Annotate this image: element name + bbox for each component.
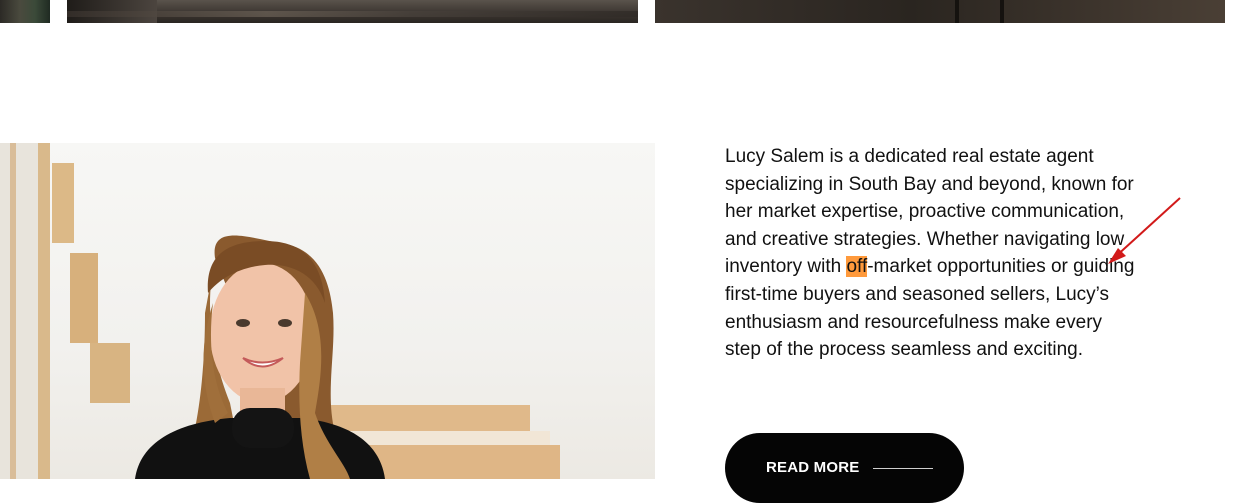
- long-arrow-line-icon: [873, 468, 934, 469]
- gallery-image-partial-left[interactable]: [0, 0, 50, 23]
- highlighted-word: off: [846, 256, 868, 278]
- agent-bio: Lucy Salem is a dedicated real estate ag…: [725, 143, 1135, 364]
- read-more-label: READ MORE: [766, 459, 860, 476]
- gallery-image-right[interactable]: [655, 0, 1225, 23]
- read-more-button[interactable]: READ MORE: [725, 433, 964, 503]
- bio-paragraph: Lucy Salem is a dedicated real estate ag…: [725, 143, 1135, 364]
- gallery-image-left[interactable]: [67, 0, 638, 23]
- agent-photo: [0, 143, 655, 479]
- annotation-arrow-icon: [1108, 197, 1181, 264]
